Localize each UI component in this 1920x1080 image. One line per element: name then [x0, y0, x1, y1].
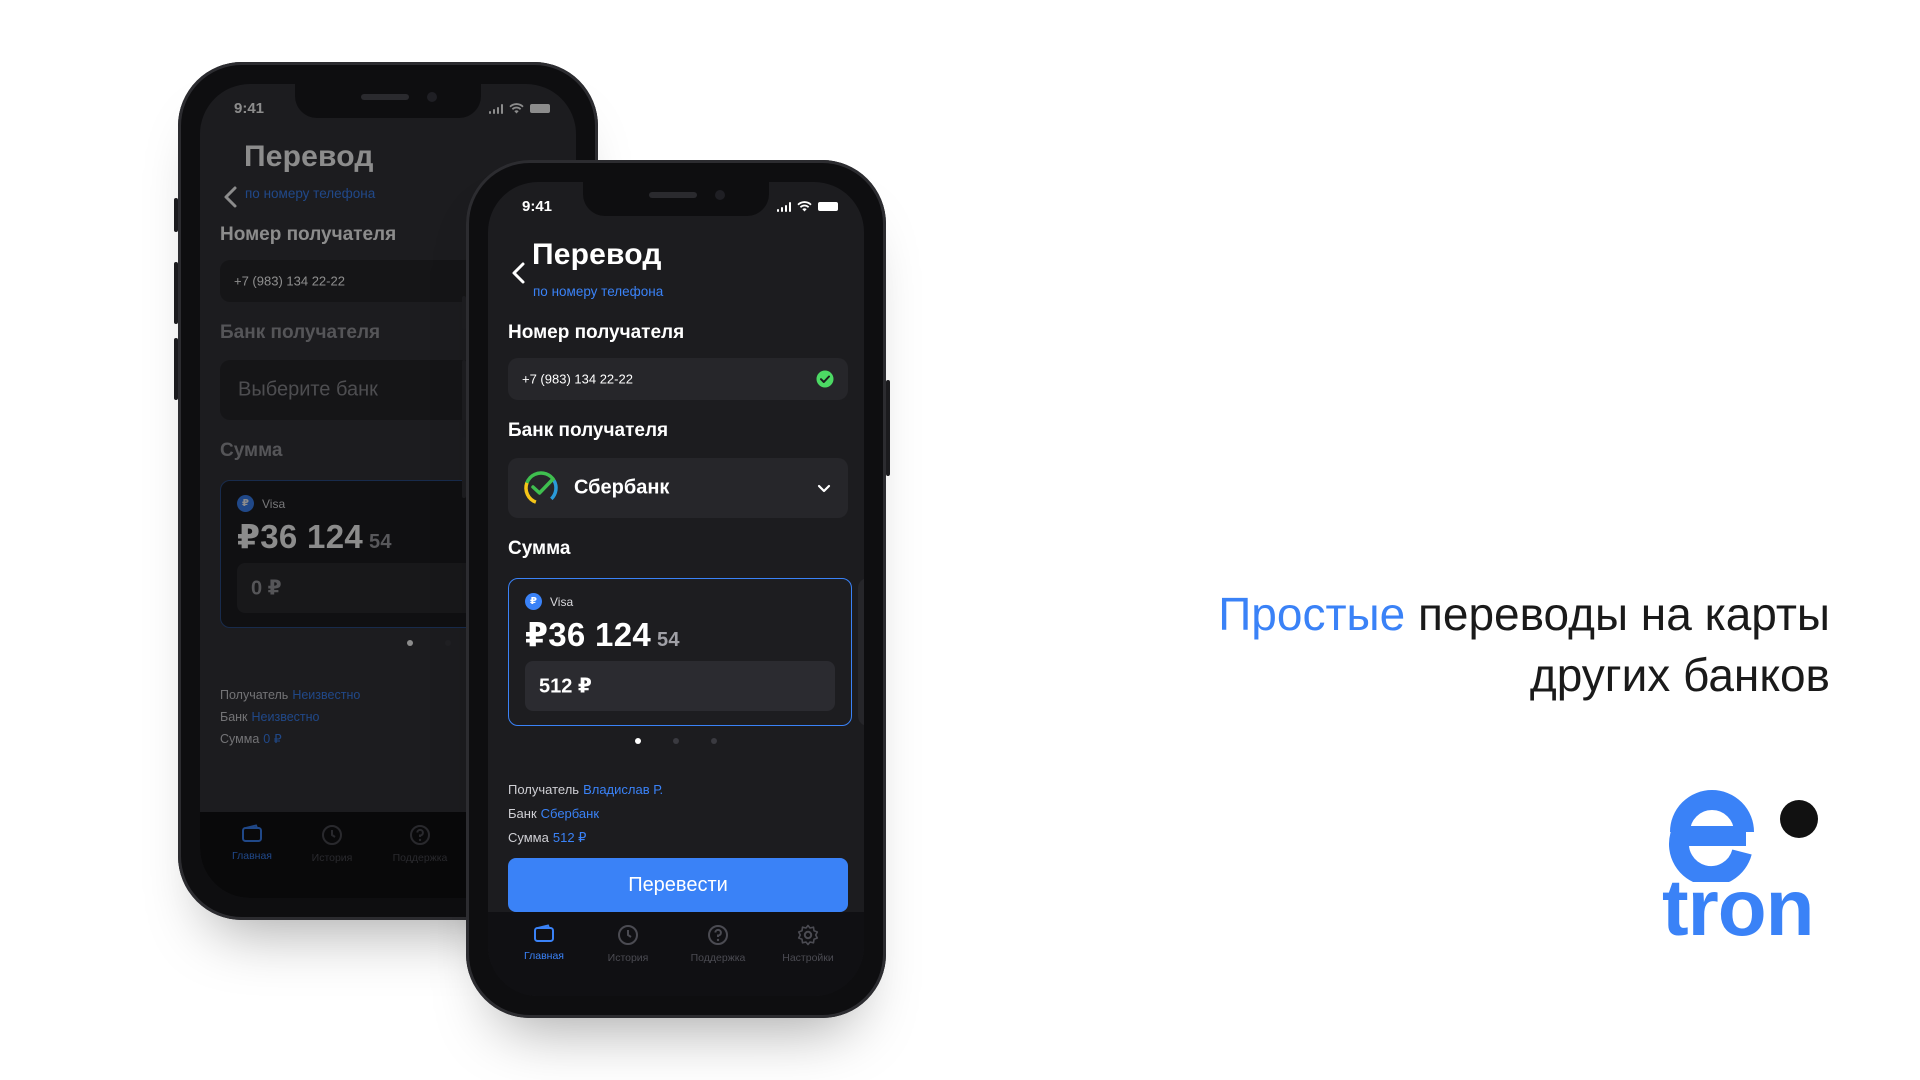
amount-value: 0 ₽ — [251, 577, 282, 600]
bank-label: Банк получателя — [220, 322, 381, 343]
page-subtitle: по номеру телефона — [245, 186, 376, 201]
clock-icon — [322, 825, 342, 845]
page-title: Перевод — [532, 238, 662, 271]
transfer-button[interactable]: Перевести — [508, 858, 848, 912]
gear-icon — [797, 924, 819, 946]
status-time: 9:41 — [522, 198, 553, 215]
page-subtitle: по номеру телефона — [533, 284, 664, 299]
tab-bar: Главная История Поддержка Настройки — [488, 912, 864, 996]
volume-down-button — [174, 338, 178, 400]
status-time: 9:41 — [234, 100, 265, 117]
notch — [583, 182, 769, 216]
headline-line1: переводы на карты — [1417, 588, 1830, 640]
payment-card[interactable]: ₽ Visa ₽36 124 54 512 ₽ — [508, 578, 852, 726]
recipient-phone-value: +7 (983) 134 22-22 — [522, 371, 633, 387]
mute-switch — [462, 296, 466, 330]
phone-front-screen: 9:41 Перевод по номеру телефона Номер по… — [488, 182, 864, 996]
check-circle-icon — [816, 370, 834, 388]
card-balance: ₽36 124 54 — [525, 616, 680, 653]
transfer-summary: Получатель Неизвестно Банк Неизвестно Сумм… — [220, 688, 361, 746]
tab-support[interactable]: Поддержка — [380, 824, 460, 864]
brand-wordmark: tron — [1662, 863, 1815, 952]
next-card-peek[interactable] — [858, 578, 864, 726]
summary-bank: Банк Сбербанк — [508, 806, 600, 821]
recipient-phone-value: +7 (983) 134 22-22 — [234, 273, 345, 289]
card-type: Visa — [550, 595, 574, 609]
sberbank-logo-icon — [524, 471, 558, 505]
bank-placeholder: Выберите банк — [238, 378, 378, 401]
back-arrow-icon[interactable] — [506, 260, 532, 286]
bank-select[interactable]: Сбербанк — [508, 458, 848, 518]
headline-accent: Простые — [1218, 588, 1406, 640]
headline-line2: других банков — [1529, 649, 1830, 701]
amount-input[interactable]: 512 ₽ — [525, 661, 835, 711]
volume-up-button — [174, 262, 178, 324]
phone-front: 9:41 Перевод по номеру телефона Номер по… — [462, 160, 890, 1018]
tab-history[interactable]: История — [588, 924, 668, 964]
back-arrow-icon[interactable] — [218, 184, 244, 210]
sum-label: Сумма — [220, 440, 283, 461]
volume-down-button — [462, 436, 466, 498]
power-button — [886, 380, 890, 476]
help-icon — [410, 825, 430, 845]
clock-icon — [618, 925, 638, 945]
recipient-label: Номер получателя — [220, 224, 397, 245]
bank-label: Банк получателя — [508, 420, 669, 441]
help-icon — [708, 925, 728, 945]
chevron-down-icon — [817, 484, 831, 493]
page-title: Перевод — [244, 140, 374, 173]
card-carousel-dots — [488, 738, 864, 744]
summary-recipient: Получатель Владислав Р. — [508, 782, 664, 797]
card-currency-icon: ₽ — [525, 593, 542, 610]
card-type: Visa — [262, 497, 286, 511]
sum-label: Сумма — [508, 538, 571, 559]
card-currency-icon: ₽ — [237, 495, 254, 512]
transfer-summary: Получатель Владислав Р. Банк Сбербанк Сумм… — [508, 778, 663, 850]
notch — [295, 84, 481, 118]
card-balance: ₽36 124 54 — [237, 518, 392, 555]
cellular-signal-icon — [488, 103, 503, 114]
battery-icon — [818, 202, 838, 211]
battery-icon — [530, 104, 550, 113]
wallet-icon — [534, 924, 554, 942]
promo-headline: Простые переводы на карты других банков — [1218, 584, 1830, 706]
wifi-icon — [797, 201, 812, 212]
recipient-phone-field[interactable]: +7 (983) 134 22-22 — [508, 358, 848, 400]
tab-support[interactable]: Поддержка — [678, 924, 758, 964]
cellular-signal-icon — [776, 201, 791, 212]
volume-up-button — [462, 360, 466, 422]
selected-bank-name: Сбербанк — [574, 476, 670, 499]
summary-amount: Сумма 512 ₽ — [508, 830, 587, 845]
recipient-label: Номер получателя — [508, 322, 685, 343]
tab-settings[interactable]: Настройки — [768, 924, 848, 964]
amount-value: 512 ₽ — [539, 675, 592, 698]
brand-logo-dot — [1780, 800, 1818, 838]
tab-home[interactable]: Главная — [504, 924, 584, 962]
wifi-icon — [509, 103, 524, 114]
tab-home[interactable]: Главная — [212, 824, 292, 862]
tab-history[interactable]: История — [292, 824, 372, 864]
mute-switch — [174, 198, 178, 232]
wallet-icon — [242, 824, 262, 842]
